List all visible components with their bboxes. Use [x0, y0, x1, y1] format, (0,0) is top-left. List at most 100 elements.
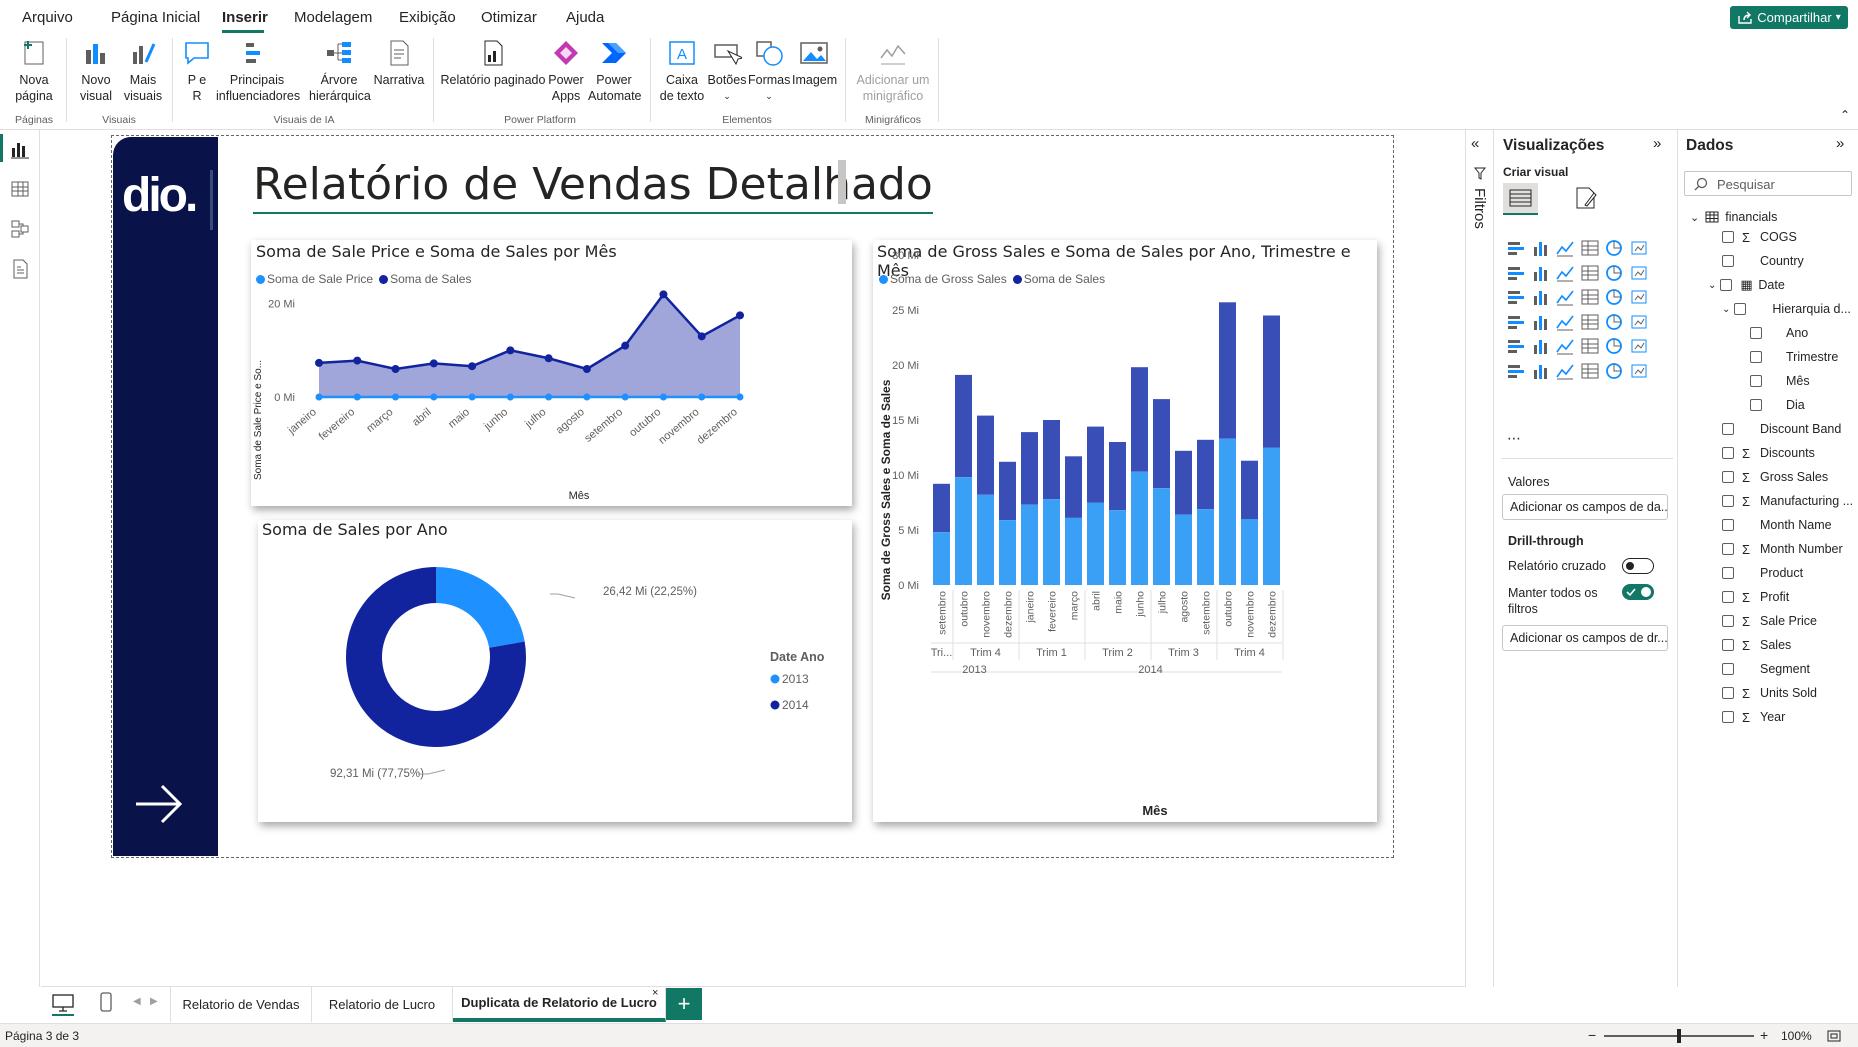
- textbox-button[interactable]: A Caixa de texto: [658, 38, 706, 104]
- kpi-visual-icon[interactable]: [1531, 337, 1551, 355]
- filters-label[interactable]: Filtros: [1471, 188, 1488, 229]
- field-row[interactable]: Product: [1722, 563, 1803, 583]
- field-checkbox[interactable]: [1750, 399, 1762, 411]
- field-row[interactable]: Discount Band: [1722, 419, 1841, 439]
- menu-otimizar[interactable]: Otimizar: [481, 9, 537, 26]
- field-checkbox[interactable]: [1722, 519, 1734, 531]
- add-page-button[interactable]: +: [666, 988, 702, 1020]
- funnel-visual-icon[interactable]: [1629, 264, 1649, 282]
- 100-bar-visual-icon[interactable]: [1604, 239, 1624, 257]
- power-apps-button[interactable]: Power Apps: [546, 38, 586, 104]
- menu-inserir[interactable]: Inserir: [222, 9, 268, 26]
- menu-exibicao[interactable]: Exibição: [399, 9, 456, 26]
- clustered-column-visual-icon[interactable]: [1580, 239, 1600, 257]
- field-checkbox[interactable]: [1750, 327, 1762, 339]
- zoom-slider-thumb[interactable]: [1677, 1029, 1681, 1043]
- image-button[interactable]: Imagem: [792, 38, 837, 88]
- expand-right-icon[interactable]: »: [1836, 135, 1844, 152]
- decomposition-visual-icon[interactable]: [1555, 362, 1575, 380]
- field-row[interactable]: Σ Year: [1722, 707, 1785, 727]
- field-checkbox[interactable]: [1722, 567, 1734, 579]
- tab-relatorio-de-lucro[interactable]: Relatorio de Lucro: [312, 986, 453, 1022]
- field-checkbox[interactable]: [1722, 255, 1734, 267]
- slicer-visual-icon[interactable]: [1555, 337, 1575, 355]
- key-influencers-visual-icon[interactable]: [1531, 362, 1551, 380]
- field-row[interactable]: Dia: [1750, 395, 1805, 415]
- stacked-column-visual-icon[interactable]: [1531, 239, 1551, 257]
- field-row[interactable]: Mês: [1750, 371, 1810, 391]
- paginated-report-button[interactable]: Relatório paginado: [440, 38, 546, 88]
- field-row[interactable]: Month Name: [1722, 515, 1832, 535]
- narrative-button[interactable]: Narrativa: [371, 38, 427, 88]
- cross-report-toggle[interactable]: [1622, 558, 1654, 574]
- field-checkbox[interactable]: [1750, 375, 1762, 387]
- field-checkbox[interactable]: [1722, 615, 1734, 627]
- menu-arquivo[interactable]: Arquivo: [22, 9, 73, 26]
- narrative-visual-icon[interactable]: [1604, 362, 1624, 380]
- mobile-layout-icon[interactable]: [100, 992, 112, 1012]
- field-checkbox[interactable]: [1750, 351, 1762, 363]
- tab-relatorio-de-vendas[interactable]: Relatorio de Vendas: [171, 986, 312, 1022]
- field-checkbox[interactable]: [1722, 231, 1734, 243]
- values-drop-zone[interactable]: Adicionar os campos de da...: [1502, 494, 1668, 520]
- field-row[interactable]: Σ Discounts: [1722, 443, 1815, 463]
- field-row[interactable]: Σ Sales: [1722, 635, 1791, 655]
- line-clustered-visual-icon[interactable]: [1531, 288, 1551, 306]
- arrow-right-icon[interactable]: [133, 778, 185, 830]
- field-row[interactable]: Segment: [1722, 659, 1810, 679]
- field-checkbox[interactable]: [1722, 687, 1734, 699]
- format-visual-tab[interactable]: [1568, 183, 1603, 215]
- qa-button[interactable]: P e R: [180, 38, 214, 104]
- new-visual-button[interactable]: Novo visual: [74, 38, 118, 104]
- filters-pane-collapsed[interactable]: [1465, 130, 1494, 987]
- field-row[interactable]: Σ Profit: [1722, 587, 1789, 607]
- field-checkbox[interactable]: [1722, 663, 1734, 675]
- report-title[interactable]: Relatório de Vendas Detalhado: [253, 160, 933, 214]
- field-row[interactable]: ⌄ Hierarquia d...: [1722, 299, 1851, 319]
- field-row[interactable]: Trimestre: [1750, 347, 1838, 367]
- matrix-visual-icon[interactable]: [1604, 337, 1624, 355]
- add-sparkline-button[interactable]: Adicionar um minigráfico: [852, 38, 934, 104]
- collapse-left-icon[interactable]: «: [1471, 135, 1479, 152]
- share-button[interactable]: Compartilhar ▾: [1730, 6, 1848, 29]
- report-view-icon[interactable]: [9, 138, 31, 160]
- tab-scroll-right-icon[interactable]: ▶: [150, 996, 158, 1007]
- field-checkbox[interactable]: [1722, 423, 1734, 435]
- multi-row-card-visual-icon[interactable]: [1506, 337, 1526, 355]
- stacked-area-visual-icon[interactable]: [1555, 264, 1575, 282]
- paginated-visual-icon[interactable]: [1629, 362, 1649, 380]
- field-row[interactable]: Country: [1722, 251, 1804, 271]
- field-row[interactable]: Σ Gross Sales: [1722, 467, 1828, 487]
- model-view-icon[interactable]: [9, 218, 31, 240]
- build-visual-tab[interactable]: [1503, 183, 1538, 215]
- donut-visual-icon[interactable]: [1604, 288, 1624, 306]
- field-checkbox[interactable]: [1722, 447, 1734, 459]
- area-visual-icon[interactable]: [1531, 264, 1551, 282]
- data-search-input[interactable]: Pesquisar: [1684, 171, 1852, 196]
- more-visuals-button[interactable]: Mais visuais: [121, 38, 165, 104]
- field-checkbox[interactable]: [1722, 495, 1734, 507]
- close-tab-icon[interactable]: ×: [652, 987, 658, 999]
- treemap-visual-icon[interactable]: [1629, 288, 1649, 306]
- table-visual-icon[interactable]: [1580, 337, 1600, 355]
- chevron-down-icon[interactable]: ⌄: [1722, 304, 1730, 315]
- chevron-down-icon[interactable]: ⌄: [1708, 280, 1716, 291]
- shapes-button[interactable]: Formas ⌄: [748, 38, 790, 104]
- field-row[interactable]: Σ Month Number: [1722, 539, 1843, 559]
- menu-pagina-inicial[interactable]: Página Inicial: [111, 9, 200, 26]
- field-checkbox[interactable]: [1722, 471, 1734, 483]
- field-checkbox[interactable]: [1722, 591, 1734, 603]
- python-visual-icon[interactable]: [1506, 362, 1526, 380]
- scatter-visual-icon[interactable]: [1555, 288, 1575, 306]
- collapse-ribbon-icon[interactable]: ⌃: [1840, 108, 1850, 122]
- pie-visual-icon[interactable]: [1580, 288, 1600, 306]
- clustered-bar-visual-icon[interactable]: [1555, 239, 1575, 257]
- field-checkbox[interactable]: [1722, 711, 1734, 723]
- menu-modelagem[interactable]: Modelagem: [294, 9, 372, 26]
- fit-to-page-icon[interactable]: [1826, 1028, 1842, 1044]
- zoom-in-icon[interactable]: +: [1760, 1027, 1768, 1043]
- decomposition-tree-button[interactable]: Árvore hierárquica: [298, 38, 380, 104]
- drill-through-drop-zone[interactable]: Adicionar os campos de dr...: [1502, 625, 1668, 651]
- card-visual-icon[interactable]: [1629, 313, 1649, 331]
- ribbon-visual-icon[interactable]: [1580, 264, 1600, 282]
